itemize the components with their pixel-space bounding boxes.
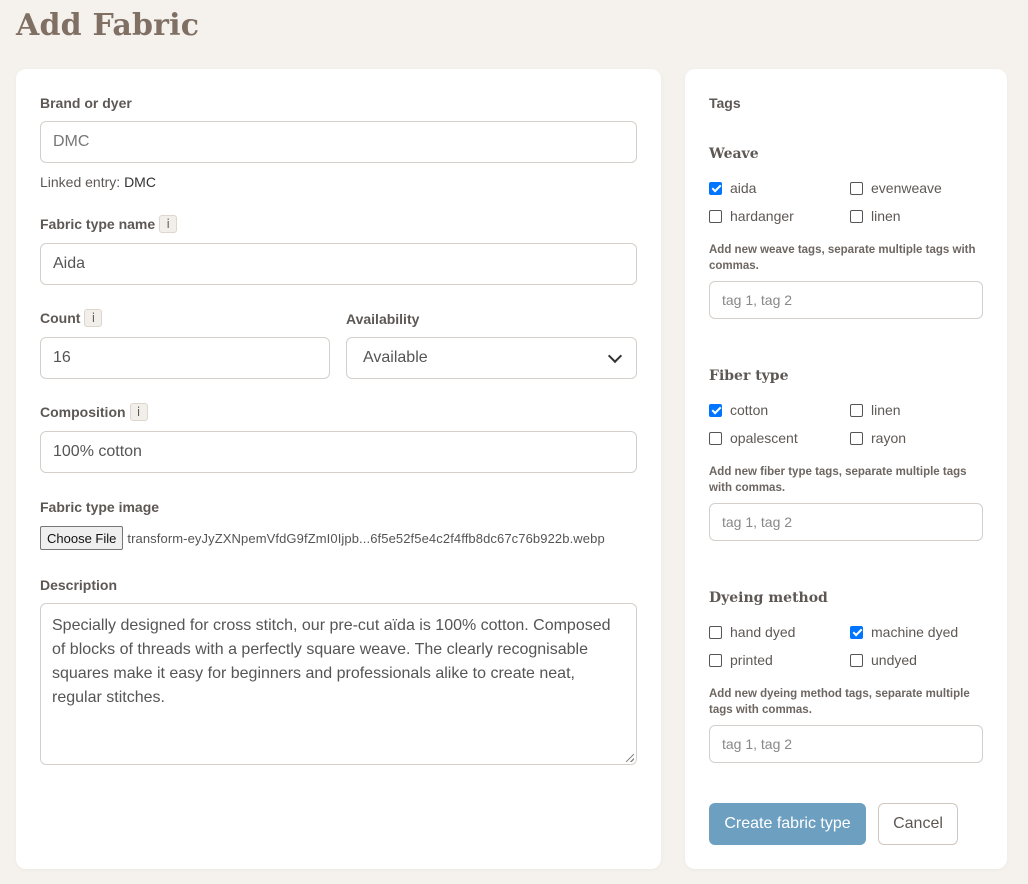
tag-checkbox-hand-dyed[interactable]: hand dyed — [709, 624, 795, 640]
description-label: Description — [40, 577, 117, 593]
resize-handle-icon[interactable] — [626, 754, 634, 762]
info-icon[interactable]: i — [129, 403, 148, 421]
checkbox-checked-icon[interactable] — [850, 625, 863, 639]
tag-checkbox-rayon[interactable]: rayon — [850, 430, 906, 446]
tag-label: cotton — [730, 402, 769, 418]
description-label-text: Description — [40, 577, 118, 593]
composition-label-text: Composition — [40, 404, 126, 420]
tag-checkbox-linen-fiber[interactable]: linen — [850, 402, 901, 418]
fabric-type-name-label: Fabric type name i — [40, 215, 178, 233]
fabric-image-label-text: Fabric type image — [40, 499, 160, 515]
tag-checkbox-evenweave[interactable]: evenweave — [850, 180, 942, 196]
brand-input[interactable]: DMC — [40, 121, 637, 163]
checkbox-checked-icon[interactable] — [709, 181, 722, 195]
fabric-type-name-label-text: Fabric type name — [40, 216, 156, 232]
fabric-image-label: Fabric type image — [40, 499, 159, 515]
tag-checkbox-undyed[interactable]: undyed — [850, 652, 917, 668]
tag-label: hand dyed — [730, 624, 796, 640]
composition-input[interactable]: 100% cotton — [40, 431, 637, 473]
weave-tags-placeholder: tag 1, tag 2 — [722, 292, 793, 308]
fabric-type-name-input[interactable]: Aida — [40, 243, 637, 285]
composition-label: Composition i — [40, 403, 148, 421]
weave-tags-input[interactable]: tag 1, tag 2 — [709, 281, 983, 319]
tag-checkbox-printed[interactable]: printed — [709, 652, 773, 668]
availability-selected: Available — [363, 349, 428, 366]
tag-label: linen — [871, 208, 901, 224]
tag-label: undyed — [871, 652, 917, 668]
linked-entry-value[interactable]: DMC — [124, 174, 156, 190]
tag-checkbox-machine-dyed[interactable]: machine dyed — [850, 624, 958, 640]
composition-value: 100% cotton — [53, 443, 142, 460]
brand-label: Brand or dyer — [40, 95, 132, 111]
description-value: Specially designed for cross stitch, our… — [52, 617, 611, 706]
tag-label: printed — [730, 652, 773, 668]
dyeing-method-hint: Add new dyeing method tags, separate mul… — [709, 688, 970, 716]
checkbox-icon[interactable] — [709, 653, 722, 667]
tags-card: Tags Weave aida evenweave hardanger line… — [685, 69, 1007, 869]
checkbox-icon[interactable] — [850, 431, 863, 445]
page-title: Add Fabric — [16, 8, 200, 43]
tag-label: linen — [871, 402, 901, 418]
tag-checkbox-linen[interactable]: linen — [850, 208, 901, 224]
checkbox-icon[interactable] — [709, 625, 722, 639]
dyeing-method-tags-input[interactable]: tag 1, tag 2 — [709, 725, 983, 763]
file-picker: Choose File transform-eyJyZXNpemVfdG9fZm… — [40, 526, 605, 550]
info-icon[interactable]: i — [84, 309, 103, 327]
linked-entry-prefix: Linked entry: — [40, 174, 121, 190]
chevron-down-icon — [607, 348, 623, 364]
checkbox-icon[interactable] — [709, 431, 722, 445]
checkbox-icon[interactable] — [850, 181, 863, 195]
tag-checkbox-cotton[interactable]: cotton — [709, 402, 768, 418]
fiber-type-heading: Fiber type — [709, 368, 789, 384]
checkbox-checked-icon[interactable] — [709, 403, 722, 417]
tags-title: Tags — [709, 95, 741, 111]
dyeing-method-tags-placeholder: tag 1, tag 2 — [722, 736, 793, 752]
count-label-text: Count — [40, 310, 81, 326]
availability-select[interactable]: Available — [346, 337, 637, 379]
checkbox-icon[interactable] — [850, 209, 863, 223]
count-value: 16 — [53, 349, 71, 366]
tag-checkbox-opalescent[interactable]: opalescent — [709, 430, 798, 446]
tag-checkbox-aida[interactable]: aida — [709, 180, 756, 196]
fabric-type-name-value: Aida — [53, 255, 86, 272]
count-input[interactable]: 16 — [40, 337, 330, 379]
tag-label: rayon — [871, 430, 907, 446]
linked-entry: Linked entry: DMC — [40, 174, 156, 190]
checkbox-icon[interactable] — [709, 209, 722, 223]
file-name: transform-eyJyZXNpemVfdG9fZmI0Ijpb...6f5… — [127, 530, 605, 546]
brand-label-text: Brand or dyer — [40, 95, 132, 111]
dyeing-method-heading: Dyeing method — [709, 590, 828, 606]
description-textarea[interactable]: Specially designed for cross stitch, our… — [40, 603, 637, 765]
fiber-type-tags-input[interactable]: tag 1, tag 2 — [709, 503, 983, 541]
choose-file-button[interactable]: Choose File — [40, 526, 124, 550]
tag-label: hardanger — [730, 208, 794, 224]
cancel-button[interactable]: Cancel — [878, 803, 958, 845]
checkbox-icon[interactable] — [850, 653, 863, 667]
availability-label: Availability — [346, 311, 419, 327]
info-icon[interactable]: i — [159, 215, 178, 233]
tag-checkbox-hardanger[interactable]: hardanger — [709, 208, 794, 224]
fiber-type-tags-placeholder: tag 1, tag 2 — [722, 514, 793, 530]
weave-hint: Add new weave tags, separate multiple ta… — [709, 244, 976, 272]
count-label: Count i — [40, 309, 103, 327]
tag-label: opalescent — [730, 430, 798, 446]
fiber-type-hint: Add new fiber type tags, separate multip… — [709, 466, 967, 494]
availability-label-text: Availability — [346, 311, 420, 327]
tag-label: machine dyed — [871, 624, 959, 640]
create-fabric-type-button[interactable]: Create fabric type — [709, 803, 866, 845]
tag-label: aida — [730, 180, 757, 196]
weave-heading: Weave — [709, 146, 759, 162]
tag-label: evenweave — [871, 180, 942, 196]
brand-input-value: DMC — [53, 133, 90, 150]
checkbox-icon[interactable] — [850, 403, 863, 417]
fabric-form-card: Brand or dyer DMC Linked entry: DMC Fabr… — [16, 69, 661, 869]
